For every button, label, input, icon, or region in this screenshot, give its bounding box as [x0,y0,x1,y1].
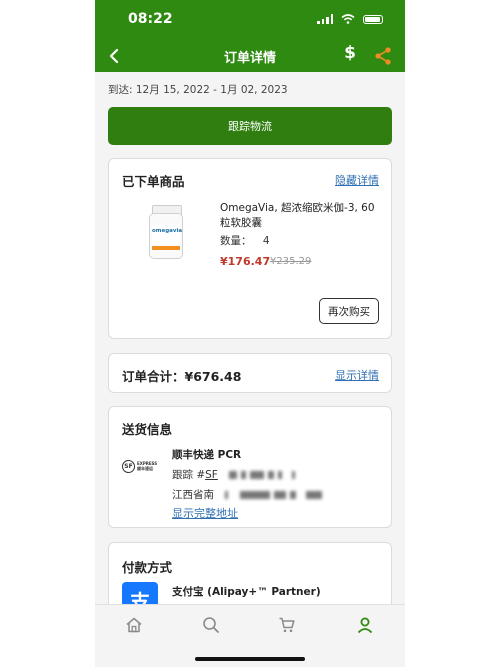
address-prefix: 江西省南 [172,489,214,501]
tab-account[interactable] [353,613,377,637]
home-icon [126,617,142,633]
order-total: 订单合计：¥676.48 [122,369,242,384]
product-image[interactable]: omegavia [149,205,183,261]
share-icon[interactable] [373,46,393,66]
track-shipment-button[interactable]: 跟踪物流 [108,107,392,145]
tracking-number[interactable]: 跟踪 #SF [172,467,296,482]
status-bar: 08:22 [95,0,405,40]
product-price: ¥176.47 [220,255,271,268]
product-image-brand: omegavia [152,228,183,234]
shipping-card: 送货信息 SF EXPRESS 顺丰速运 顺丰快递 PCR 跟踪 #SF 江西省… [108,406,392,528]
payment-card: 付款方式 支 支付宝 (Alipay+™ Partner) [108,542,392,604]
currency-button[interactable]: $ [340,43,360,63]
signal-icon [317,14,333,24]
delivery-date: 到达: 12月 15, 2022 - 1月 02, 2023 [108,84,288,96]
system-icons [317,14,383,24]
product-original-price: ¥235.29 [270,256,312,267]
tab-home[interactable] [122,613,146,637]
order-items-card: 已下单商品 隐藏详情 omegavia OmegaVia, 超浓缩欧米伽-3, … [108,158,392,339]
carrier-name: 顺丰快递 PCR [172,449,242,461]
tracking-code[interactable]: SF [205,469,218,481]
account-icon [357,617,373,634]
tab-search[interactable] [199,613,223,637]
nav-bar: 订单详情 $ [95,40,405,72]
wifi-icon [341,14,355,24]
status-time: 08:22 [128,11,173,27]
show-full-address-link[interactable]: 显示完整地址 [172,505,238,521]
tab-cart[interactable] [275,613,299,637]
payment-method: 支付宝 (Alipay+™ Partner) [172,586,321,598]
order-items-title: 已下单商品 [122,174,185,189]
app-screen: 08:22 订单详情 $ 到达: 12月 15, 2022 - 1月 02, 2… [95,0,405,667]
show-details-link[interactable]: 显示详情 [335,367,379,383]
product-name[interactable]: OmegaVia, 超浓缩欧米伽-3, 60粒软胶囊 [220,201,382,231]
alipay-icon: 支 [122,582,158,604]
payment-title: 付款方式 [122,560,173,575]
scroll-content[interactable]: 到达: 12月 15, 2022 - 1月 02, 2023 跟踪物流 已下单商… [95,72,405,604]
hide-details-link[interactable]: 隐藏详情 [335,172,379,188]
home-indicator[interactable] [195,657,305,661]
shipping-title: 送货信息 [122,422,173,437]
quantity-label: 数量： [220,235,252,247]
search-icon [203,617,219,633]
order-total-card: 订单合计：¥676.48 显示详情 [108,353,392,393]
battery-icon [363,14,383,24]
quantity-value: 4 [262,235,270,247]
shipping-address: 江西省南 [172,487,323,502]
cart-icon [279,617,295,633]
buy-again-button[interactable]: 再次购买 [319,298,379,324]
product-quantity: 数量： 4 [220,233,270,248]
sf-express-logo: SF EXPRESS 顺丰速运 [122,457,160,475]
tracking-prefix: 跟踪 # [172,469,206,481]
